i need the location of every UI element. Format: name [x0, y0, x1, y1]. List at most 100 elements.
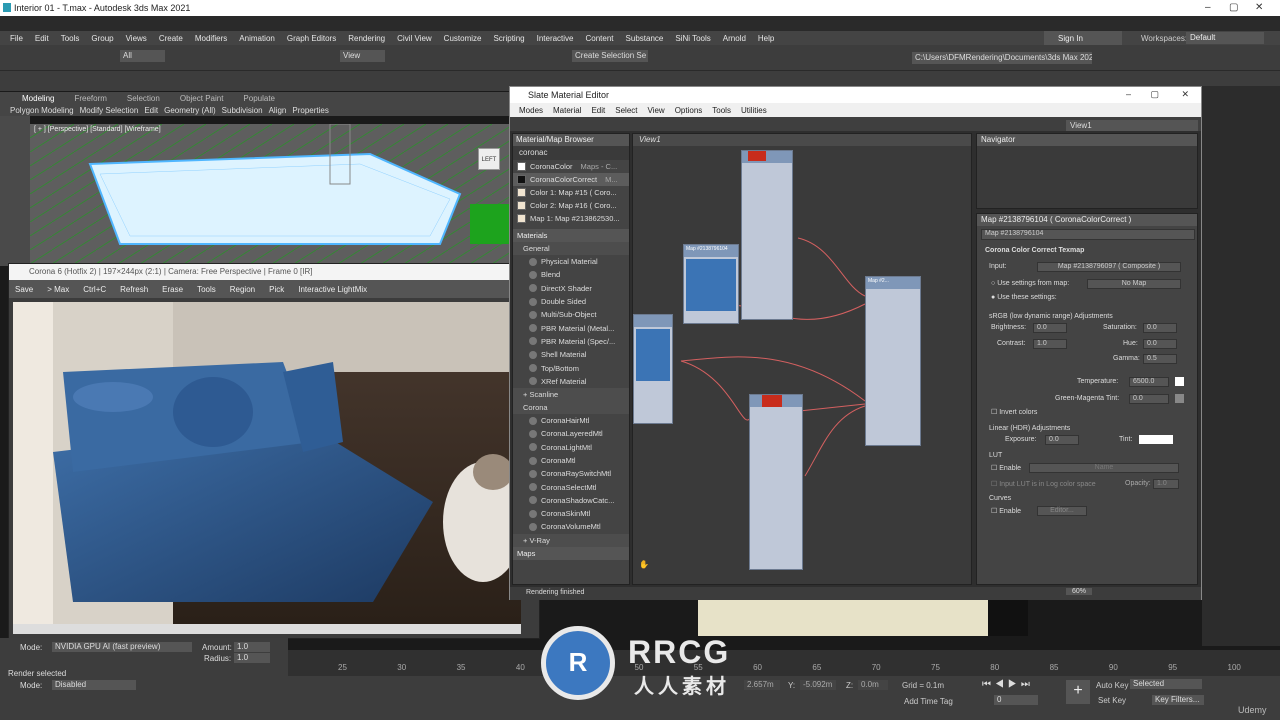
zoom-dropdown[interactable]: 60% — [1066, 588, 1093, 595]
sign-in-button[interactable]: Sign In — [1044, 31, 1122, 45]
sme-menu-view[interactable]: View — [648, 106, 665, 115]
maps-group[interactable]: Maps — [513, 546, 629, 560]
y-coord-field[interactable]: -5.092m — [800, 680, 836, 690]
add-key-icon[interactable]: + — [1066, 680, 1090, 704]
browser-item[interactable]: CoronaMtl — [513, 454, 629, 467]
materials-group[interactable]: Materials — [513, 229, 629, 242]
node-view[interactable]: View1 Map #2138796104 Map #2... ✋ — [632, 133, 972, 585]
ribbon-tab-modeling[interactable]: Modeling — [22, 94, 54, 103]
minimize-icon[interactable]: – — [1205, 2, 1211, 13]
z-coord-field[interactable]: 0.0m — [858, 680, 888, 690]
scanline-group[interactable]: + Scanline — [513, 387, 629, 401]
menu-graph-editors[interactable]: Graph Editors — [287, 34, 336, 43]
vfb-btn-erase[interactable]: Erase — [162, 285, 183, 294]
ribbon-item-modify-selection[interactable]: Modify Selection — [80, 106, 139, 115]
reference-coord-dropdown[interactable]: View — [340, 50, 385, 62]
general-group[interactable]: General — [513, 242, 629, 255]
workspace-dropdown[interactable]: Default — [1186, 32, 1264, 44]
browser-item[interactable]: CoronaVolumeMtl — [513, 520, 629, 533]
browser-item[interactable]: XRef Material — [513, 375, 629, 388]
map-name-field[interactable]: Map #2138796104 — [981, 229, 1195, 240]
browser-item[interactable]: CoronaSkinMtl — [513, 507, 629, 520]
map-node-texture[interactable]: Map #2138796104 — [683, 244, 739, 324]
sme-menu-modes[interactable]: Modes — [519, 106, 543, 115]
pan-icon[interactable]: ✋ — [639, 560, 649, 569]
browser-search-input[interactable]: coronac — [513, 146, 629, 160]
sme-menu-material[interactable]: Material — [553, 106, 581, 115]
radius-spinner[interactable]: 1.0 — [234, 653, 270, 663]
menu-interactive[interactable]: Interactive — [537, 34, 574, 43]
search-result[interactable]: CoronaColorCorrect M... — [513, 173, 629, 186]
viewport-label[interactable]: [ + ] [Perspective] [Standard] [Wirefram… — [34, 126, 161, 133]
close-icon[interactable]: ✕ — [1255, 2, 1263, 13]
ribbon-item-properties[interactable]: Properties — [292, 106, 328, 115]
browser-item[interactable]: PBR Material (Metal... — [513, 321, 629, 334]
key-filters-button[interactable]: Key Filters... — [1152, 695, 1204, 705]
selection-filter-dropdown[interactable]: All — [120, 50, 165, 62]
vfb-btn-interactive-lightmix[interactable]: Interactive LightMix — [298, 285, 367, 294]
set-key-button[interactable]: Set Key — [1098, 696, 1126, 705]
no-map-button[interactable]: No Map — [1087, 279, 1181, 289]
input-map-button[interactable]: Map #2138796097 ( Composite ) — [1037, 262, 1181, 272]
ribbon-tab-freeform[interactable]: Freeform — [74, 94, 106, 103]
vfb-btn-refresh[interactable]: Refresh — [120, 285, 148, 294]
sme-maximize-icon[interactable]: ▢ — [1150, 89, 1159, 100]
browser-item[interactable]: CoronaLayeredMtl — [513, 427, 629, 440]
vfb-horizontal-scrollbar[interactable] — [13, 624, 521, 634]
maximize-icon[interactable]: ▢ — [1229, 2, 1238, 13]
menu-arnold[interactable]: Arnold — [723, 34, 746, 43]
browser-item[interactable]: CoronaShadowCatc... — [513, 494, 629, 507]
ribbon-tab-object-paint[interactable]: Object Paint — [180, 94, 224, 103]
brightness-spinner[interactable]: 0.0 — [1033, 323, 1067, 333]
sme-menu-edit[interactable]: Edit — [591, 106, 605, 115]
menu-scripting[interactable]: Scripting — [493, 34, 524, 43]
ribbon-tab-selection[interactable]: Selection — [127, 94, 160, 103]
composite-node[interactable]: Map #2... — [865, 276, 921, 446]
frame-field[interactable]: 0 — [994, 695, 1038, 705]
gamma-spinner[interactable]: 0.5 — [1143, 354, 1177, 364]
view-tab[interactable]: View1 — [633, 134, 971, 146]
map-node-left[interactable] — [633, 314, 673, 424]
exposure-spinner[interactable]: 0.0 — [1045, 435, 1079, 445]
sme-menu-tools[interactable]: Tools — [712, 106, 731, 115]
menu-group[interactable]: Group — [91, 34, 113, 43]
browser-item[interactable]: CoronaLightMtl — [513, 441, 629, 454]
perspective-viewport[interactable]: [ + ] [Perspective] [Standard] [Wirefram… — [30, 124, 510, 264]
browser-item[interactable]: DirectX Shader — [513, 282, 629, 295]
menu-views[interactable]: Views — [126, 34, 147, 43]
search-result[interactable]: Color 2: Map #16 ( Coro... — [513, 199, 629, 212]
use-settings-radio[interactable]: ○ Use settings from map: — [991, 280, 1069, 287]
hue-spinner[interactable]: 0.0 — [1143, 339, 1177, 349]
menu-civil-view[interactable]: Civil View — [397, 34, 432, 43]
menu-sini-tools[interactable]: SiNi Tools — [675, 34, 710, 43]
vfb-btn--max[interactable]: > Max — [47, 285, 69, 294]
viewcube-icon[interactable]: LEFT — [478, 148, 500, 170]
vray-group[interactable]: + V-Ray — [513, 533, 629, 547]
x-coord-field[interactable]: 2.657m — [744, 680, 780, 690]
browser-item[interactable]: Multi/Sub-Object — [513, 308, 629, 321]
ribbon-item-subdivision[interactable]: Subdivision — [222, 106, 263, 115]
curves-enable-checkbox[interactable]: ☐ Enable — [991, 507, 1021, 515]
browser-item[interactable]: Double Sided — [513, 295, 629, 308]
use-these-radio[interactable]: ● Use these settings: — [991, 294, 1057, 301]
playback-controls-icon[interactable]: ⏮◀▶⏭ — [982, 679, 1034, 690]
browser-item[interactable]: Shell Material — [513, 348, 629, 361]
hdr-tint-swatch[interactable] — [1139, 435, 1173, 444]
browser-item[interactable]: CoronaHairMtl — [513, 414, 629, 427]
curves-editor-button[interactable]: Editor... — [1037, 506, 1087, 516]
sme-menu-select[interactable]: Select — [615, 106, 637, 115]
opacity-spinner[interactable]: 1.0 — [1153, 479, 1179, 489]
vfb-btn-save[interactable]: Save — [15, 285, 33, 294]
vfb-btn-ctrl-c[interactable]: Ctrl+C — [83, 285, 106, 294]
material-node-bottom[interactable] — [749, 394, 803, 570]
menu-create[interactable]: Create — [159, 34, 183, 43]
sme-menu-options[interactable]: Options — [675, 106, 703, 115]
auto-key-button[interactable]: Auto Key — [1096, 681, 1128, 690]
browser-item[interactable]: Top/Bottom — [513, 361, 629, 374]
material-node-top[interactable] — [741, 150, 793, 320]
ribbon-item-edit[interactable]: Edit — [144, 106, 158, 115]
ribbon-item-geometry-all-[interactable]: Geometry (All) — [164, 106, 216, 115]
green-magenta-spinner[interactable]: 0.0 — [1129, 394, 1169, 404]
render-selected-dropdown[interactable]: Disabled — [52, 680, 136, 690]
vfb-btn-region[interactable]: Region — [230, 285, 255, 294]
